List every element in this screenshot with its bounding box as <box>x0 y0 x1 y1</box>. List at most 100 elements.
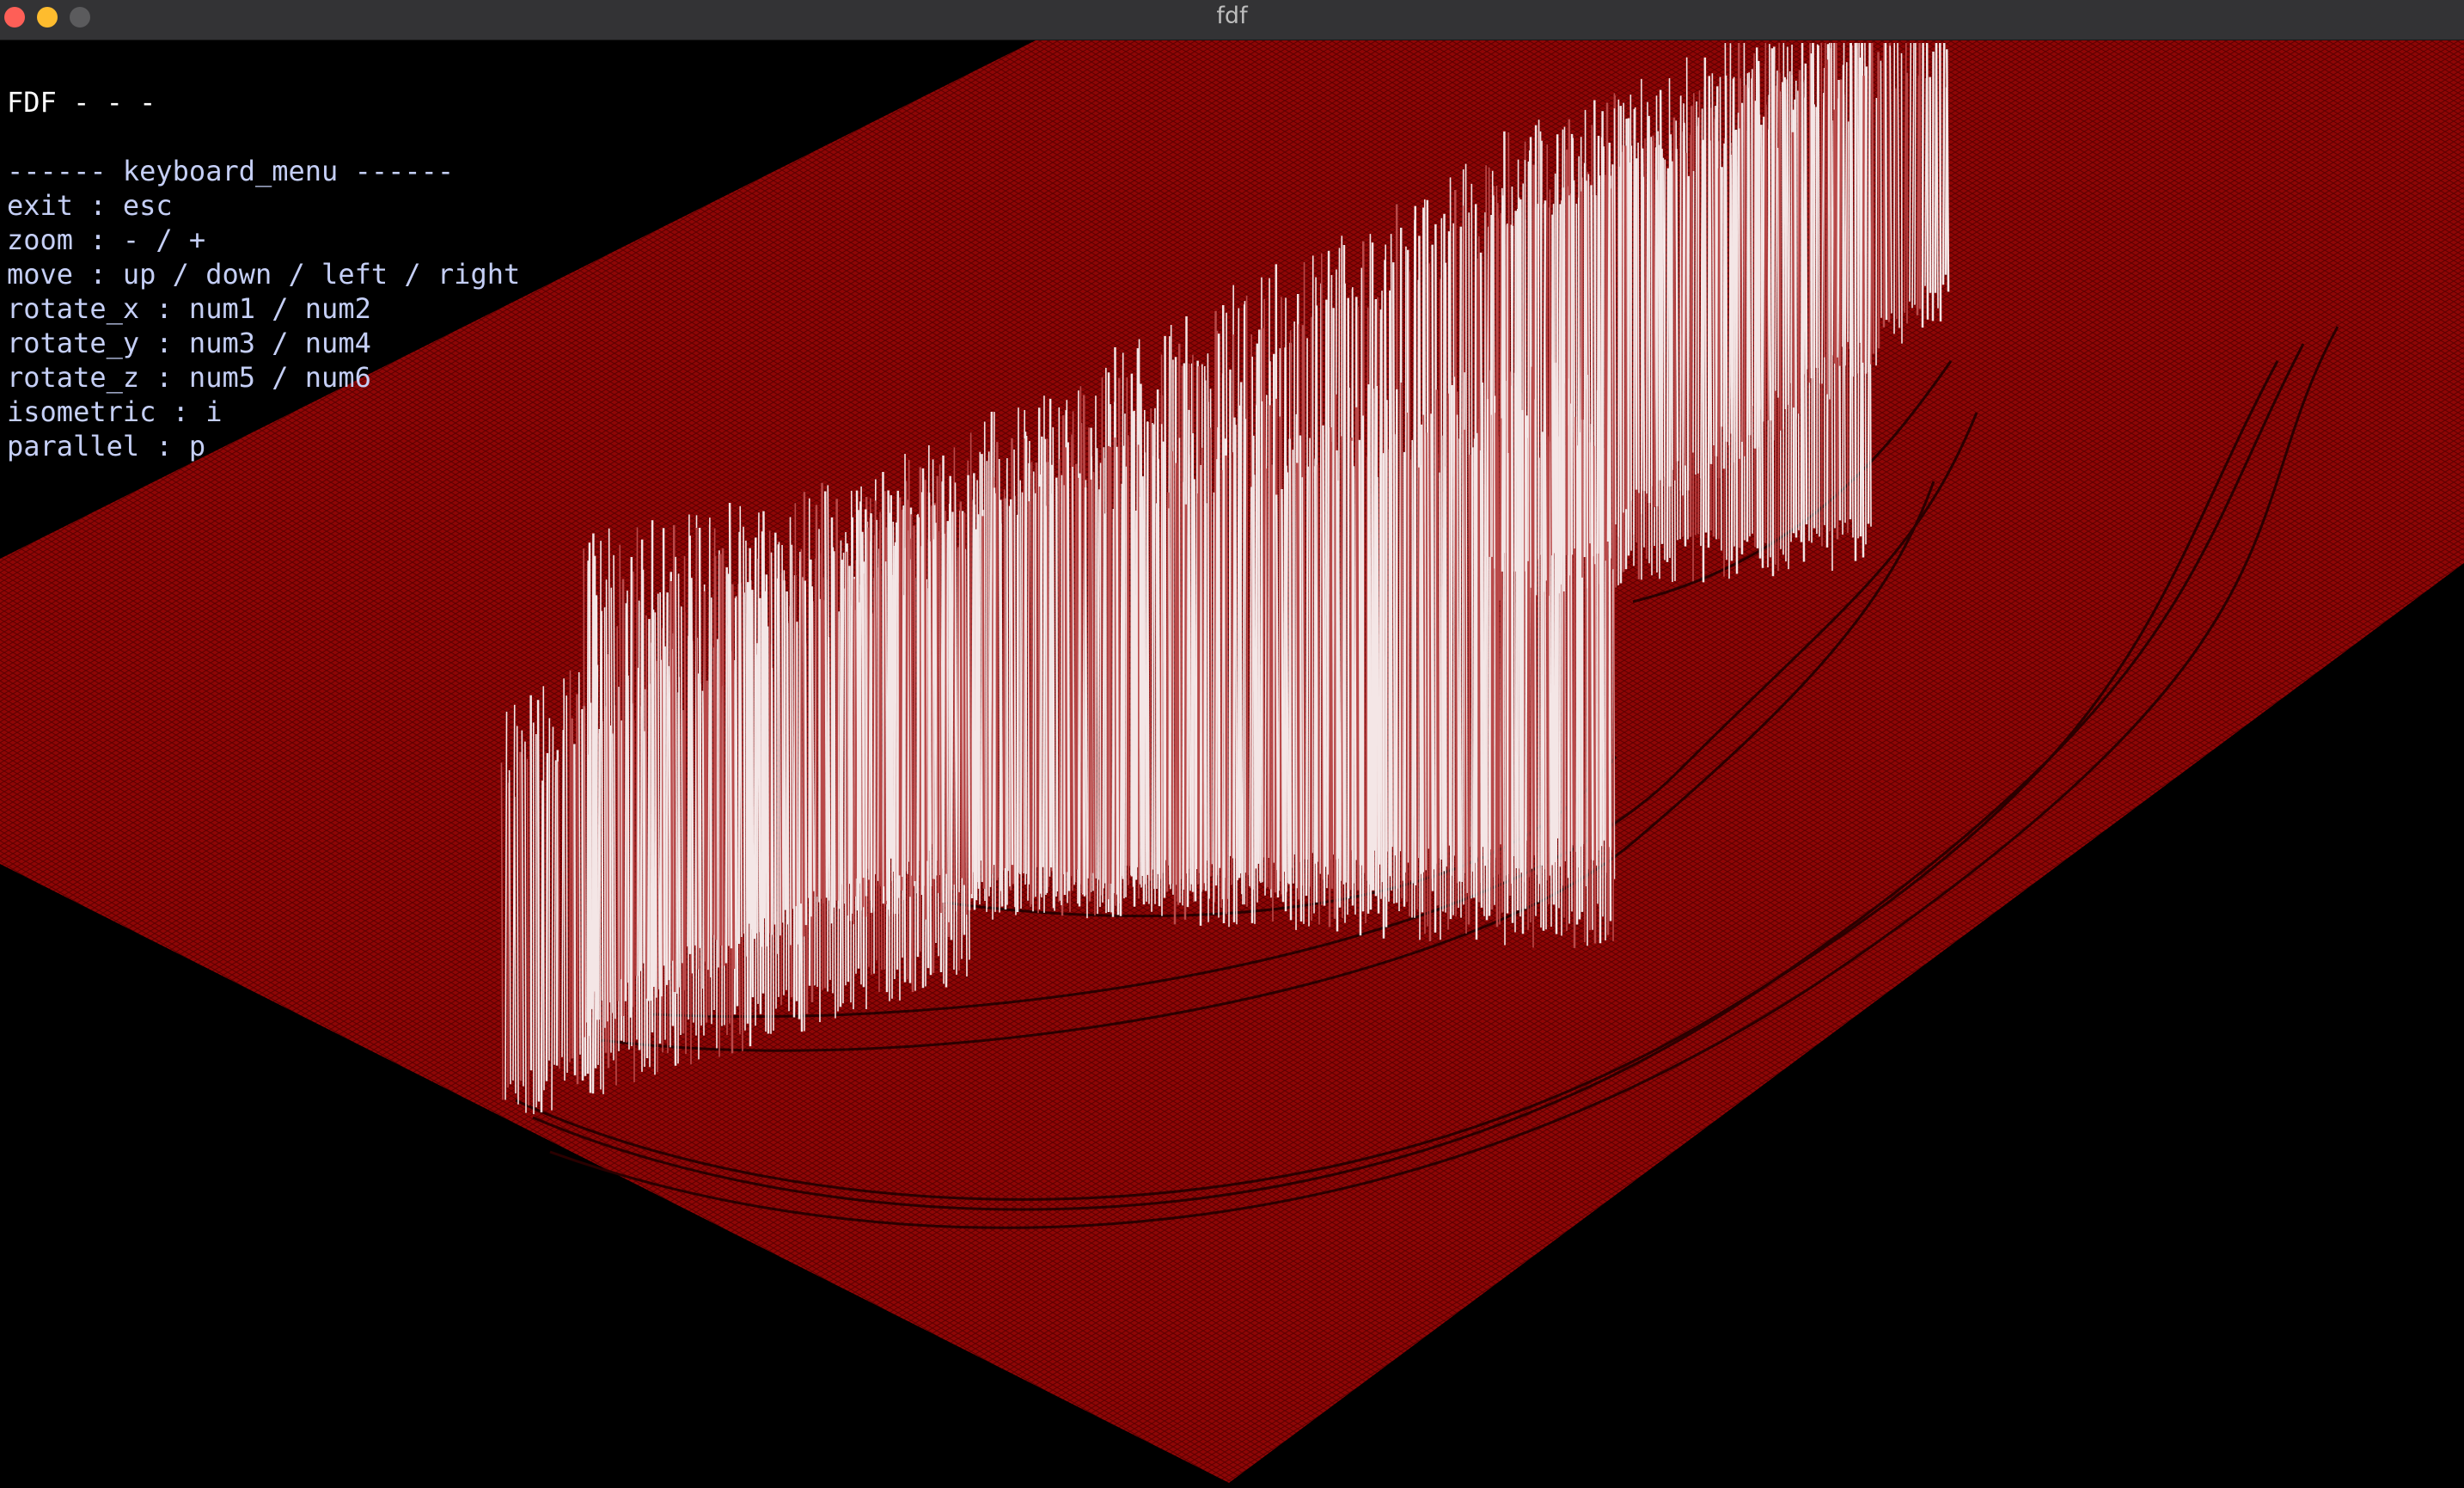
peak-line <box>1368 450 1373 910</box>
peak-line <box>1650 141 1653 487</box>
peak-line <box>1165 492 1170 892</box>
peak-line <box>1491 170 1494 557</box>
peak-line <box>662 528 666 966</box>
peak-line <box>1672 117 1677 481</box>
peak-line <box>945 510 947 874</box>
peak-line <box>853 579 855 925</box>
peak-line <box>1217 427 1220 918</box>
peak-line <box>1000 499 1004 907</box>
render-canvas[interactable]: FDF - - - ------ keyboard_menu ------ exi… <box>0 40 2464 1488</box>
peak-line <box>781 545 784 923</box>
menu-line-rotate-z: rotate_z : num5 / num6 <box>7 361 371 394</box>
peak-line <box>1941 42 1946 285</box>
peak-line <box>1331 308 1335 855</box>
peak-line <box>1444 466 1446 913</box>
peak-line <box>672 524 676 992</box>
peak-line <box>629 556 633 1018</box>
peak-line <box>1099 462 1102 908</box>
peak-line <box>1538 119 1540 560</box>
peak-line <box>1078 473 1082 907</box>
peak-line <box>748 548 751 924</box>
peak-line <box>1064 447 1068 873</box>
peak-line <box>1067 442 1071 891</box>
peak-line <box>1939 42 1942 321</box>
peak-line <box>1501 195 1505 572</box>
peak-line <box>524 741 527 1113</box>
peak-line <box>703 591 707 962</box>
peak-line <box>1946 49 1950 292</box>
peak-line <box>1209 427 1212 877</box>
peak-line <box>542 686 545 1091</box>
peak-line <box>1088 427 1091 902</box>
peak-line <box>1623 145 1628 510</box>
peak-line <box>536 700 541 1102</box>
peak-line <box>1801 115 1803 398</box>
peak-line <box>893 542 897 915</box>
peak-line <box>1281 489 1285 903</box>
peak-line <box>1679 95 1682 491</box>
peak-line <box>1051 464 1055 909</box>
peak-line <box>1682 103 1684 496</box>
menu-line-isometric: isometric : i <box>7 395 223 428</box>
peak-line <box>1355 407 1360 891</box>
peak-line <box>1324 299 1328 867</box>
peak-line <box>566 695 568 1073</box>
menu-line-parallel: parallel : p <box>7 430 206 462</box>
peak-line <box>1376 476 1380 914</box>
peak-line <box>718 550 720 968</box>
peak-line <box>1348 438 1353 891</box>
peak-line <box>848 566 852 885</box>
peak-line <box>1540 140 1543 555</box>
peak-line <box>1250 435 1255 923</box>
peak-line <box>1009 499 1014 866</box>
peak-line <box>619 544 621 980</box>
peak-line <box>896 490 900 915</box>
peak-line <box>1724 75 1728 442</box>
peak-line <box>1162 441 1166 898</box>
peak-line <box>832 565 836 908</box>
peak-line <box>1055 486 1058 897</box>
peak-line <box>1479 450 1483 908</box>
peak-line <box>1684 152 1687 466</box>
peak-line <box>1299 435 1303 922</box>
peak-line <box>1393 434 1396 904</box>
peak-line <box>639 539 644 971</box>
peak-line <box>804 580 808 926</box>
peak-line <box>576 694 579 1085</box>
title-bar[interactable]: fdf <box>0 0 2464 40</box>
window-title: fdf <box>1216 3 1248 29</box>
peak-line <box>1203 366 1206 884</box>
peak-line <box>1503 131 1507 554</box>
peak-line <box>822 577 826 904</box>
peak-line <box>1601 146 1605 587</box>
peak-line <box>1322 425 1326 906</box>
peak-line <box>650 520 654 1001</box>
peak-line <box>936 475 940 893</box>
peak-line <box>627 591 629 983</box>
peak-line <box>507 782 510 1088</box>
app-window: fdf FDF - - - ------ keyboard_menu -----… <box>0 0 2464 1488</box>
peak-line <box>883 491 886 887</box>
peak-line <box>1288 438 1293 921</box>
peak-line <box>1609 145 1611 559</box>
peak-line <box>1880 60 1882 318</box>
peak-line <box>1598 175 1602 585</box>
peak-line <box>1141 476 1146 905</box>
peak-line <box>1562 187 1566 592</box>
peak-line <box>783 580 787 910</box>
peak-line <box>1178 438 1181 903</box>
peak-line <box>1847 121 1850 342</box>
peak-line <box>1435 389 1440 906</box>
peak-line <box>1449 385 1453 920</box>
peak-line <box>959 501 963 879</box>
peak-line <box>731 584 736 970</box>
peak-line <box>616 626 619 1001</box>
peak-line <box>1686 175 1691 491</box>
peak-line <box>1808 42 1811 383</box>
peak-line <box>1590 185 1594 557</box>
peak-line <box>1413 415 1415 918</box>
peak-line <box>1864 66 1868 374</box>
peak-line <box>1279 416 1281 882</box>
peak-line <box>1722 143 1726 469</box>
